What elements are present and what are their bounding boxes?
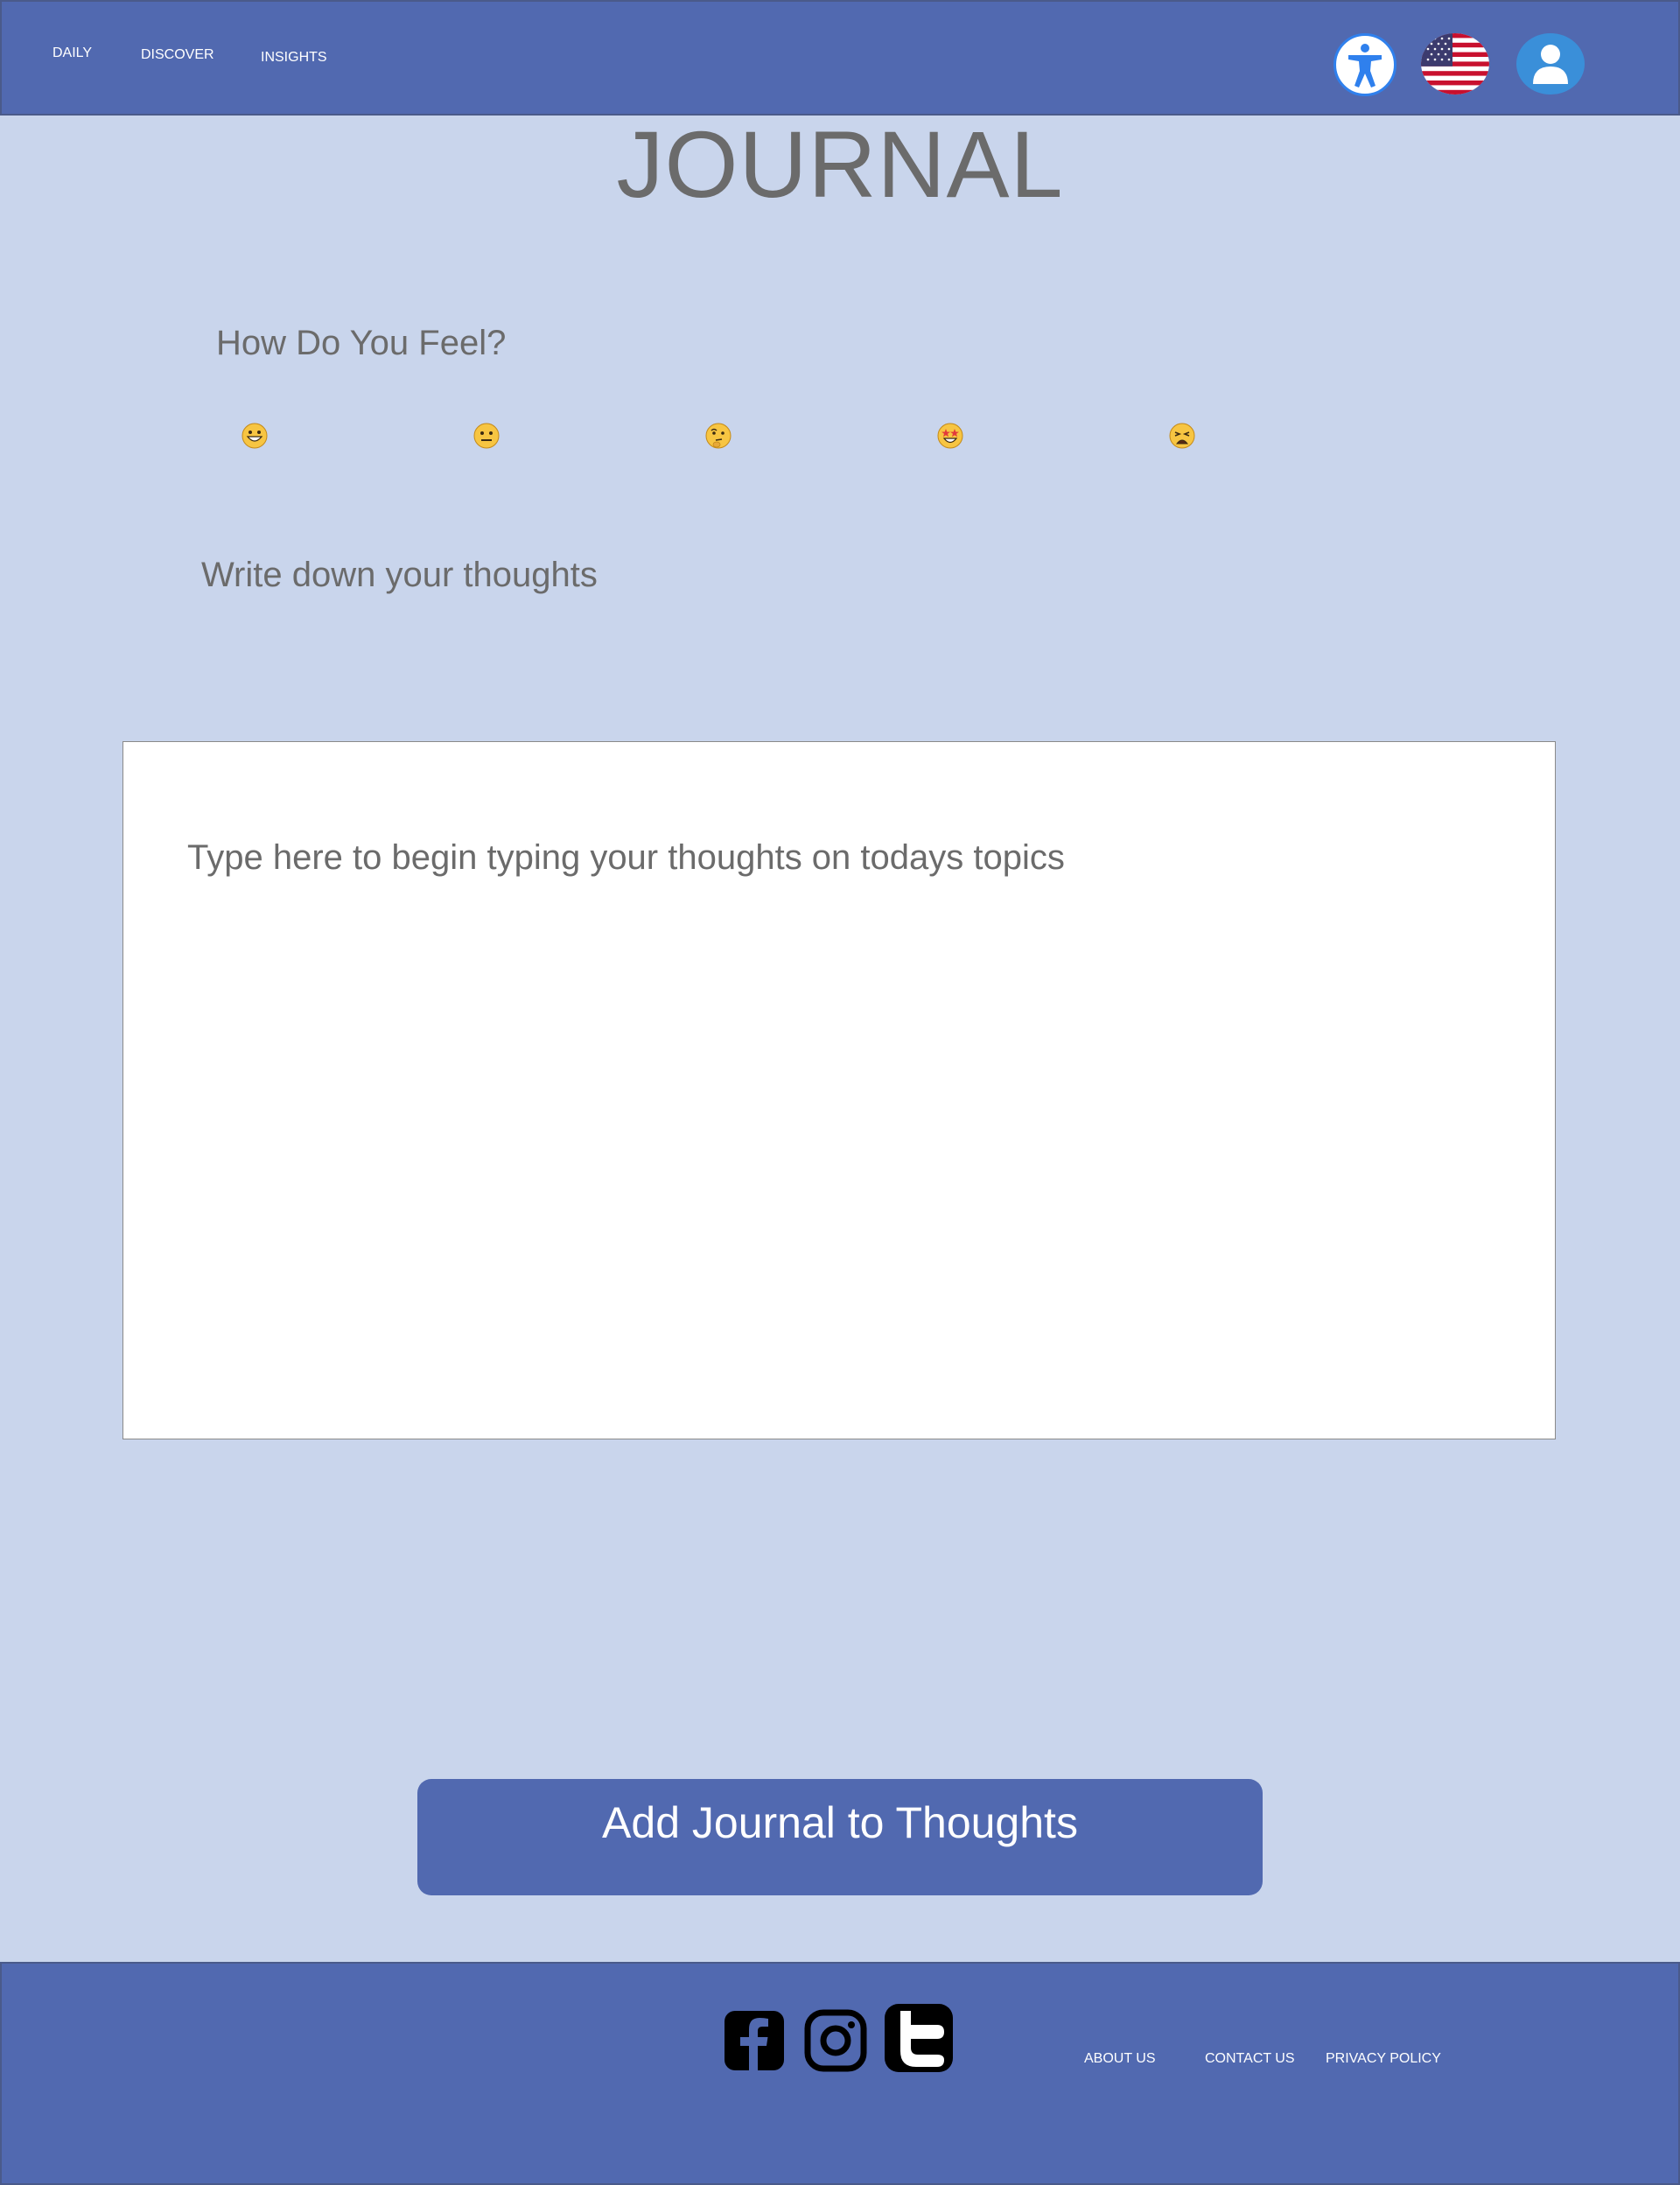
facebook-icon[interactable] <box>723 2009 786 2072</box>
footer: ABOUT US CONTACT US PRIVACY POLICY <box>0 1962 1680 2185</box>
journal-text-area[interactable]: Type here to begin typing your thoughts … <box>122 741 1556 1439</box>
weary-face-icon[interactable] <box>1168 422 1196 450</box>
instagram-icon[interactable] <box>804 2009 867 2072</box>
mood-prompt-heading: How Do You Feel? <box>216 324 507 362</box>
user-profile-icon[interactable] <box>1516 33 1585 95</box>
footer-contact-us-link[interactable]: CONTACT US <box>1205 2051 1295 2067</box>
grinning-face-icon[interactable] <box>241 422 269 450</box>
neutral-face-icon[interactable] <box>472 422 500 450</box>
journal-placeholder-text: Type here to begin typing your thoughts … <box>187 838 1065 877</box>
nav-daily[interactable]: DAILY <box>52 46 92 61</box>
accessibility-icon[interactable] <box>1334 33 1396 96</box>
page-title: JOURNAL <box>616 111 1064 217</box>
nav-insights[interactable]: INSIGHTS <box>261 50 327 66</box>
thoughts-heading: Write down your thoughts <box>201 556 598 594</box>
twitter-icon[interactable] <box>883 2002 955 2074</box>
us-flag-icon[interactable] <box>1421 33 1489 95</box>
nav-discover[interactable]: DISCOVER <box>141 47 214 63</box>
footer-about-us-link[interactable]: ABOUT US <box>1084 2051 1156 2067</box>
footer-privacy-policy-link[interactable]: PRIVACY POLICY <box>1326 2051 1441 2067</box>
top-navigation-bar: DAILY DISCOVER INSIGHTS <box>0 0 1680 116</box>
thinking-face-icon[interactable] <box>704 422 732 450</box>
add-journal-button[interactable]: Add Journal to Thoughts <box>417 1779 1263 1895</box>
star-struck-face-icon[interactable] <box>936 422 964 450</box>
